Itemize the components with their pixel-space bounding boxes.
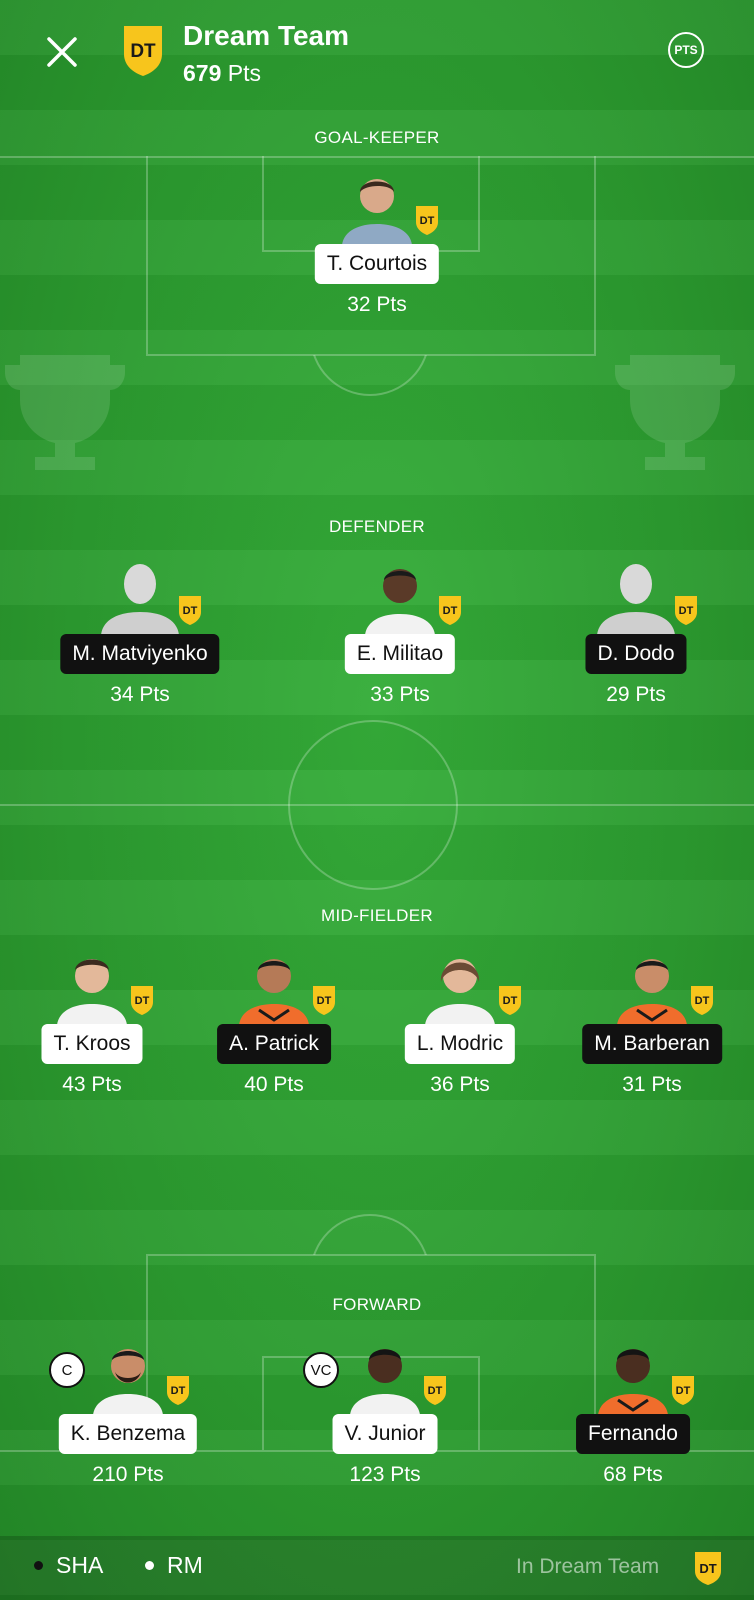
trophy-watermark-icon <box>5 355 125 470</box>
svg-text:DT: DT <box>183 605 198 617</box>
player-points: 210 Pts <box>92 1463 164 1486</box>
dream-team-badge-icon: DT <box>313 986 335 1015</box>
player-photo <box>365 569 435 635</box>
dream-team-badge-icon: DT <box>416 206 438 235</box>
svg-text:DT: DT <box>420 215 435 227</box>
team-legend-rm: RM <box>145 1552 203 1579</box>
section-label-forward: FORWARD <box>332 1295 422 1314</box>
player-card-fwd3[interactable]: DT Fernando 68 Pts <box>543 1330 723 1500</box>
player-name: T. Courtois <box>314 244 440 284</box>
player-name: T. Kroos <box>41 1024 143 1064</box>
player-points: 123 Pts <box>349 1463 421 1486</box>
captain-badge: C <box>49 1352 85 1388</box>
player-photo <box>350 1349 420 1415</box>
player-photo <box>425 959 495 1025</box>
player-card-def3[interactable]: DT D. Dodo 29 Pts <box>546 550 726 720</box>
player-name: A. Patrick <box>217 1024 331 1064</box>
close-button[interactable] <box>38 28 86 76</box>
player-card-mid2[interactable]: DT A. Patrick 40 Pts <box>184 940 364 1110</box>
team-legend-sha: SHA <box>34 1552 103 1579</box>
svg-text:DT: DT <box>699 1561 716 1576</box>
player-points: 40 Pts <box>244 1073 304 1096</box>
player-placeholder-icon <box>101 564 179 635</box>
player-card-mid4[interactable]: DT M. Barberan 31 Pts <box>562 940 742 1110</box>
points-toggle-button[interactable]: PTS <box>668 32 704 68</box>
player-name: E. Militao <box>344 634 456 674</box>
svg-text:DT: DT <box>428 1385 443 1397</box>
player-card-def2[interactable]: DT E. Militao 33 Pts <box>310 550 490 720</box>
player-points: 34 Pts <box>110 683 170 706</box>
player-photo <box>598 1349 668 1415</box>
dream-team-badge-icon: DT <box>691 986 713 1015</box>
player-points: 29 Pts <box>606 683 666 706</box>
dream-team-badge-icon: DT <box>424 1376 446 1405</box>
player-points: 32 Pts <box>347 293 407 316</box>
svg-text:DT: DT <box>317 995 332 1007</box>
dream-team-badge-icon: DT <box>675 596 697 625</box>
team-dot-icon <box>145 1561 154 1570</box>
team-name: RM <box>167 1552 203 1578</box>
dream-team-badge-icon: DT <box>499 986 521 1015</box>
dream-team-badge-icon: DT <box>672 1376 694 1405</box>
svg-text:DT: DT <box>695 995 710 1007</box>
dream-team-badge-icon: DT <box>439 596 461 625</box>
player-placeholder-icon <box>597 564 675 635</box>
section-label-defender: DEFENDER <box>329 517 425 536</box>
svg-text:DT: DT <box>171 1385 186 1397</box>
dream-team-logo-icon: DT <box>124 26 162 76</box>
player-card-mid3[interactable]: DT L. Modric 36 Pts <box>370 940 550 1110</box>
player-photo <box>617 959 687 1025</box>
total-points-unit: Pts <box>227 60 261 86</box>
in-dream-team-legend: In Dream Team <box>516 1555 660 1578</box>
team-dot-icon <box>34 1561 43 1570</box>
player-points: 36 Pts <box>430 1073 490 1096</box>
player-photo <box>342 179 412 245</box>
trophy-watermark-icon <box>615 355 735 470</box>
dream-team-badge-icon: DT <box>695 1552 721 1585</box>
player-points: 33 Pts <box>370 683 430 706</box>
player-card-def1[interactable]: DT M. Matviyenko 34 Pts <box>50 550 230 720</box>
player-card-mid1[interactable]: DT T. Kroos 43 Pts <box>2 940 182 1110</box>
team-name: SHA <box>56 1552 104 1578</box>
page-title: Dream Team <box>183 20 350 51</box>
dream-team-badge-icon: DT <box>167 1376 189 1405</box>
svg-text:DT: DT <box>676 1385 691 1397</box>
player-photo <box>93 1349 163 1415</box>
player-photo <box>57 959 127 1025</box>
section-label-goalkeeper: GOAL-KEEPER <box>314 128 440 147</box>
svg-text:DT: DT <box>443 605 458 617</box>
player-name: K. Benzema <box>58 1414 198 1454</box>
section-label-midfielder: MID-FIELDER <box>321 906 433 925</box>
svg-text:DT: DT <box>679 605 694 617</box>
player-card-gk1[interactable]: DT T. Courtois 32 Pts <box>287 160 467 330</box>
svg-text:DT: DT <box>503 995 518 1007</box>
svg-text:DT: DT <box>130 41 156 62</box>
close-icon <box>47 37 77 67</box>
player-name: Fernando <box>576 1414 690 1454</box>
player-points: 31 Pts <box>622 1073 682 1096</box>
player-name: V. Junior <box>332 1414 438 1454</box>
player-name: M. Barberan <box>582 1024 722 1064</box>
vice-captain-badge: VC <box>303 1352 339 1388</box>
player-name: M. Matviyenko <box>60 634 220 674</box>
total-points-value: 679 <box>183 60 222 86</box>
player-name: D. Dodo <box>585 634 687 674</box>
player-name: L. Modric <box>404 1024 516 1064</box>
player-points: 43 Pts <box>62 1073 122 1096</box>
svg-text:DT: DT <box>135 995 150 1007</box>
center-circle <box>288 720 458 890</box>
dream-team-badge-icon: DT <box>179 596 201 625</box>
dream-team-badge-icon: DT <box>131 986 153 1015</box>
player-photo <box>239 959 309 1025</box>
total-points: 679 Pts <box>183 60 261 87</box>
player-points: 68 Pts <box>603 1463 663 1486</box>
